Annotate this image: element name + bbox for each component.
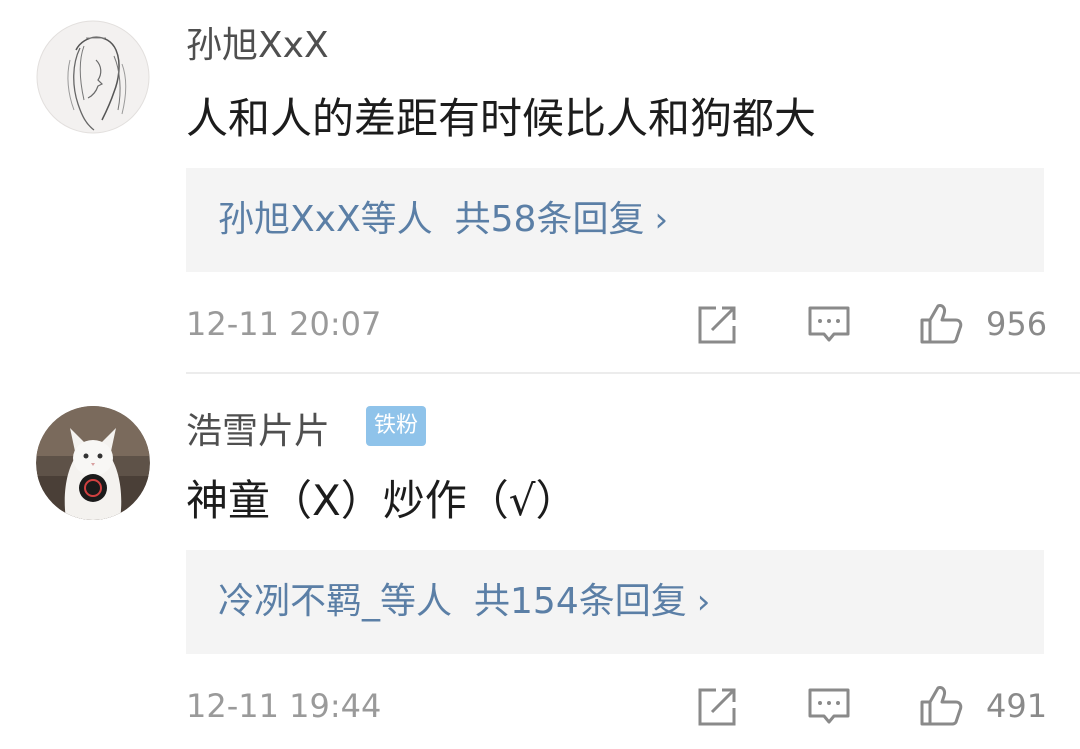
username[interactable]: 浩雪片片 xyxy=(186,410,330,454)
comment-item: 孙旭XxX 人和人的差距有时候比人和狗都大 孙旭XxX等人 共58条回复 › 12-… xyxy=(0,0,1080,374)
white-cat-avatar-icon xyxy=(36,406,150,520)
reply-count: 共154条回复 xyxy=(474,581,687,622)
comment-text: 人和人的差距有时候比人和狗都大 xyxy=(186,94,817,143)
comment-text: 神童（X）炒作（√） xyxy=(186,476,578,525)
like-count: 956 xyxy=(986,305,1048,343)
avatar[interactable] xyxy=(36,20,150,134)
like-count: 491 xyxy=(986,687,1048,725)
timestamp: 12-11 19:44 xyxy=(186,687,382,725)
reply-summary-text: 孙旭XxX等人 共58条回复 › xyxy=(218,168,668,272)
chevron-right-icon: › xyxy=(654,200,669,240)
chevron-right-icon: › xyxy=(696,582,711,622)
timestamp: 12-11 20:07 xyxy=(186,305,382,343)
reply-users: 冷冽不羁_等人 xyxy=(218,581,453,622)
reply-users: 孙旭XxX等人 xyxy=(218,199,433,240)
comment-icon[interactable] xyxy=(806,684,852,730)
comment-item: 浩雪片片 铁粉 神童（X）炒作（√） 冷冽不羁_等人 共154条回复 › 12-11… xyxy=(0,374,1080,749)
share-icon[interactable] xyxy=(694,302,740,348)
reply-summary-button[interactable]: 孙旭XxX等人 共58条回复 › xyxy=(186,168,1044,272)
reply-summary-button[interactable]: 冷冽不羁_等人 共154条回复 › xyxy=(186,550,1044,654)
fan-badge: 铁粉 xyxy=(366,406,427,446)
username[interactable]: 孙旭XxX xyxy=(186,24,329,68)
sketch-portrait-avatar-icon xyxy=(36,20,150,134)
comment-icon[interactable] xyxy=(806,302,852,348)
thumbs-up-icon[interactable] xyxy=(918,682,964,728)
avatar[interactable] xyxy=(36,406,150,520)
thumbs-up-icon[interactable] xyxy=(918,300,964,346)
share-icon[interactable] xyxy=(694,684,740,730)
reply-count: 共58条回复 xyxy=(454,199,645,240)
reply-summary-text: 冷冽不羁_等人 共154条回复 › xyxy=(218,550,710,654)
